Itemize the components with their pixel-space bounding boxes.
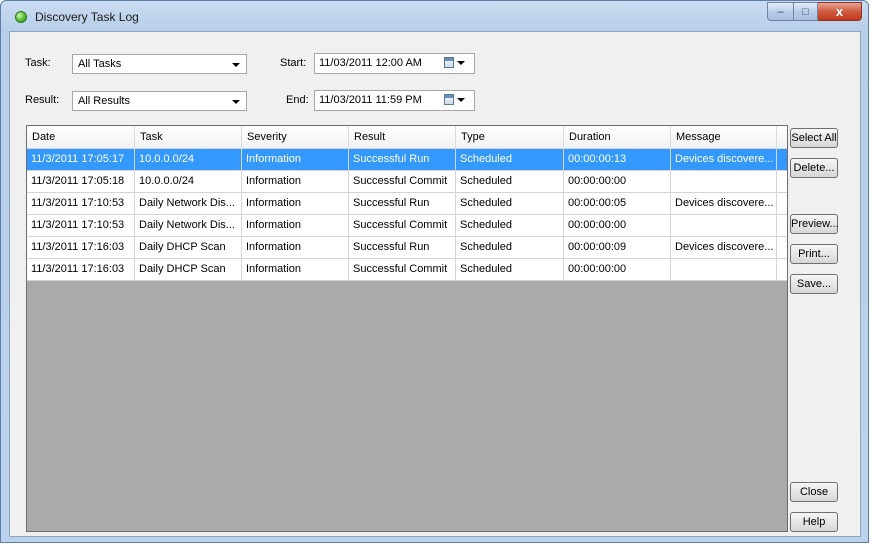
calendar-icon: [444, 57, 454, 68]
column-header-message[interactable]: Message: [671, 126, 777, 148]
close-window-button[interactable]: x: [818, 2, 862, 21]
cell-result: Successful Run: [349, 149, 456, 170]
cell-task: 10.0.0.0/24: [135, 171, 242, 192]
start-date-value: 11/03/2011 12:00 AM: [319, 57, 422, 69]
calendar-icon: [444, 94, 454, 105]
cell-task: Daily DHCP Scan: [135, 259, 242, 280]
chevron-down-icon: [457, 61, 465, 65]
cell-task: Daily Network Dis...: [135, 193, 242, 214]
cell-task: Daily DHCP Scan: [135, 237, 242, 258]
column-header-type[interactable]: Type: [456, 126, 564, 148]
cell-message: [671, 259, 777, 280]
app-icon: [15, 11, 27, 23]
column-header-duration[interactable]: Duration: [564, 126, 671, 148]
column-header-date[interactable]: Date: [27, 126, 135, 148]
end-calendar-button[interactable]: [444, 94, 470, 107]
start-calendar-button[interactable]: [444, 57, 470, 70]
close-button[interactable]: Close: [790, 482, 838, 502]
cell-message: Devices discovere...: [671, 149, 777, 170]
discovery-task-log-window: Discovery Task Log – □ x Task: All Tasks…: [0, 0, 869, 543]
cell-severity: Information: [242, 259, 349, 280]
cell-type: Scheduled: [456, 237, 564, 258]
end-label: End:: [286, 94, 309, 106]
task-dropdown-value: All Tasks: [78, 58, 122, 70]
column-header-task[interactable]: Task: [135, 126, 242, 148]
result-dropdown[interactable]: All Results: [72, 91, 247, 111]
cell-duration: 00:00:00:09: [564, 237, 671, 258]
table-row[interactable]: 11/3/2011 17:05:18 10.0.0.0/24 Informati…: [27, 171, 787, 193]
cell-result: Successful Commit: [349, 215, 456, 236]
table-row[interactable]: 11/3/2011 17:16:03 Daily DHCP Scan Infor…: [27, 259, 787, 281]
cell-duration: 00:00:00:00: [564, 171, 671, 192]
chevron-down-icon: [232, 100, 240, 104]
cell-message: Devices discovere...: [671, 237, 777, 258]
task-dropdown[interactable]: All Tasks: [72, 54, 247, 74]
cell-type: Scheduled: [456, 215, 564, 236]
result-dropdown-value: All Results: [78, 95, 130, 107]
start-label: Start:: [280, 57, 307, 69]
maximize-button[interactable]: □: [793, 2, 818, 21]
cell-date: 11/3/2011 17:05:18: [27, 171, 135, 192]
cell-severity: Information: [242, 237, 349, 258]
cell-message: [671, 171, 777, 192]
cell-severity: Information: [242, 171, 349, 192]
cell-severity: Information: [242, 215, 349, 236]
cell-task: 10.0.0.0/24: [135, 149, 242, 170]
cell-type: Scheduled: [456, 171, 564, 192]
cell-result: Successful Run: [349, 237, 456, 258]
preview-button[interactable]: Preview...: [790, 214, 839, 234]
cell-duration: 00:00:00:00: [564, 259, 671, 280]
save-button[interactable]: Save...: [790, 274, 838, 294]
chevron-down-icon: [457, 98, 465, 102]
cell-result: Successful Commit: [349, 259, 456, 280]
dialog-client-area: Task: All Tasks Result: All Results Star…: [9, 31, 861, 537]
column-header-result[interactable]: Result: [349, 126, 456, 148]
grid-header: Date Task Severity Result Type Duration …: [27, 126, 787, 149]
cell-duration: 00:00:00:13: [564, 149, 671, 170]
window-controls: – □ x: [767, 2, 862, 21]
cell-type: Scheduled: [456, 149, 564, 170]
end-date-picker[interactable]: 11/03/2011 11:59 PM: [314, 90, 475, 111]
help-button[interactable]: Help: [790, 512, 838, 532]
title-bar[interactable]: Discovery Task Log – □ x: [1, 1, 868, 31]
table-row[interactable]: 11/3/2011 17:10:53 Daily Network Dis... …: [27, 193, 787, 215]
cell-severity: Information: [242, 193, 349, 214]
cell-message: [671, 215, 777, 236]
cell-date: 11/3/2011 17:16:03: [27, 259, 135, 280]
end-date-value: 11/03/2011 11:59 PM: [319, 94, 422, 106]
column-header-severity[interactable]: Severity: [242, 126, 349, 148]
task-log-grid[interactable]: Date Task Severity Result Type Duration …: [26, 125, 788, 532]
cell-date: 11/3/2011 17:10:53: [27, 215, 135, 236]
start-date-picker[interactable]: 11/03/2011 12:00 AM: [314, 53, 475, 74]
table-row[interactable]: 11/3/2011 17:05:17 10.0.0.0/24 Informati…: [27, 149, 787, 171]
cell-date: 11/3/2011 17:05:17: [27, 149, 135, 170]
cell-severity: Information: [242, 149, 349, 170]
minimize-button[interactable]: –: [767, 2, 793, 21]
table-row[interactable]: 11/3/2011 17:10:53 Daily Network Dis... …: [27, 215, 787, 237]
delete-button[interactable]: Delete...: [790, 158, 838, 178]
cell-message: Devices discovere...: [671, 193, 777, 214]
cell-result: Successful Run: [349, 193, 456, 214]
table-row[interactable]: 11/3/2011 17:16:03 Daily DHCP Scan Infor…: [27, 237, 787, 259]
cell-result: Successful Commit: [349, 171, 456, 192]
window-title: Discovery Task Log: [35, 10, 139, 24]
cell-type: Scheduled: [456, 259, 564, 280]
cell-task: Daily Network Dis...: [135, 215, 242, 236]
print-button[interactable]: Print...: [790, 244, 838, 264]
task-label: Task:: [25, 57, 51, 69]
cell-date: 11/3/2011 17:10:53: [27, 193, 135, 214]
cell-duration: 00:00:00:05: [564, 193, 671, 214]
chevron-down-icon: [232, 63, 240, 67]
cell-date: 11/3/2011 17:16:03: [27, 237, 135, 258]
result-label: Result:: [25, 94, 60, 106]
select-all-button[interactable]: Select All: [790, 128, 838, 148]
cell-duration: 00:00:00:00: [564, 215, 671, 236]
cell-type: Scheduled: [456, 193, 564, 214]
